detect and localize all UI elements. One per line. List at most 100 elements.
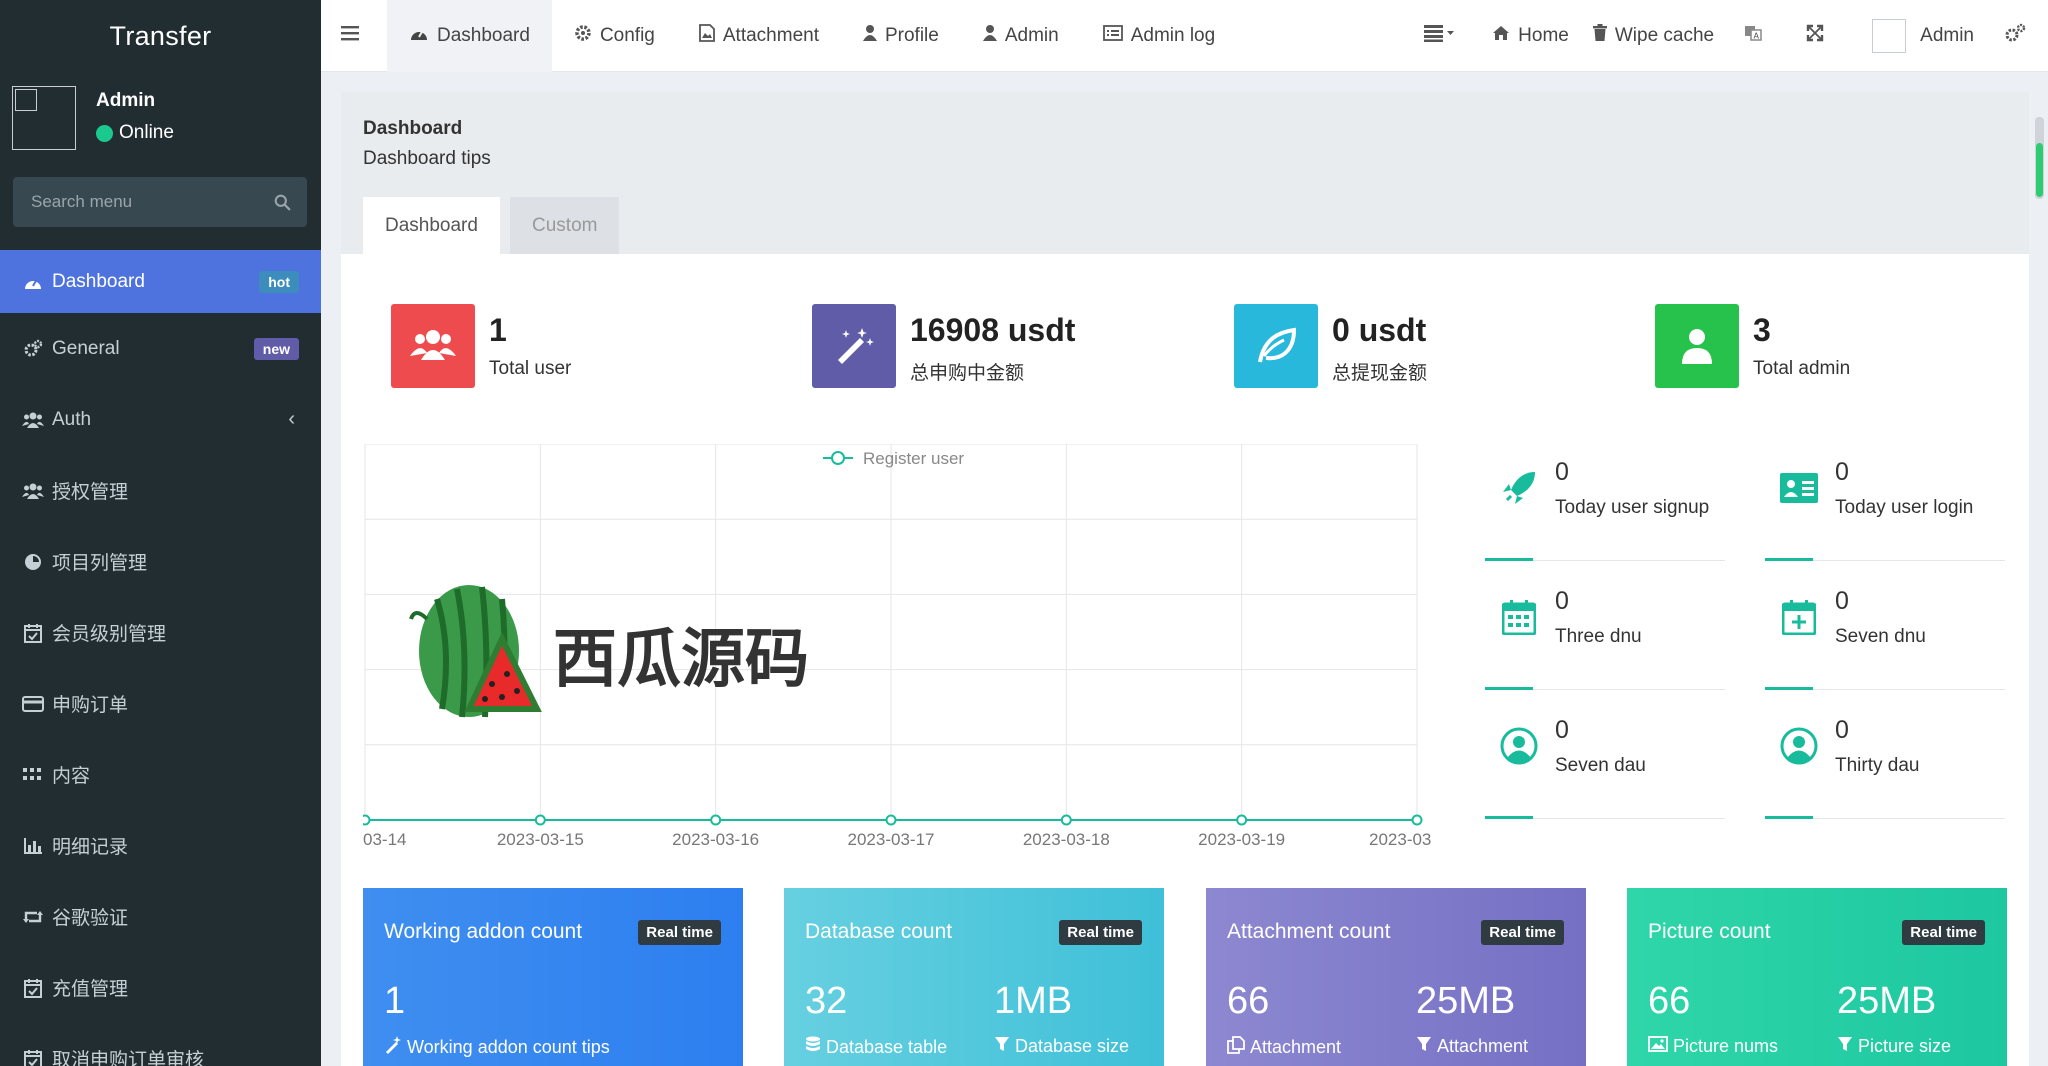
control-sidebar-button[interactable] xyxy=(1988,0,2048,72)
card-picture: Picture count Real time 66 25MB Picture … xyxy=(1627,888,2007,1066)
scrollbar-thumb[interactable] xyxy=(2036,143,2043,197)
vcard-icon xyxy=(1779,468,1819,508)
x-tick-label: 2023-03-18 xyxy=(1023,830,1110,849)
users-icon xyxy=(391,304,475,388)
tab-config[interactable]: Config xyxy=(552,0,677,72)
x-tick-label: 2023-03-15 xyxy=(497,830,584,849)
sidebar-menu: Dashboard hot General new Auth ‹ 授权管理 项目… xyxy=(0,250,321,1066)
leaf-icon xyxy=(1234,304,1318,388)
calendar-icon xyxy=(1499,597,1539,637)
sidebar-toggle-button[interactable] xyxy=(321,0,387,72)
credit-card-icon xyxy=(22,693,44,715)
tab-custom[interactable]: Custom xyxy=(510,197,620,254)
magic-wand-icon xyxy=(384,1036,407,1059)
tab-dashboard[interactable]: Dashboard xyxy=(387,0,552,72)
page-title: Dashboard xyxy=(363,118,463,139)
calendar-check-icon xyxy=(22,622,44,644)
x-tick-label: 2023-03-16 xyxy=(672,830,759,849)
cogs-icon xyxy=(2004,23,2034,49)
home-icon xyxy=(1492,25,1518,47)
sidebar-item-member-levels[interactable]: 会员级别管理 xyxy=(0,597,321,668)
data-point xyxy=(1411,814,1423,826)
mini-stat-today-signup: 0 Today user signup xyxy=(1485,444,1725,564)
search-icon[interactable] xyxy=(257,194,307,211)
new-badge: new xyxy=(253,337,299,360)
mini-stat-thirty-dau: 0 Thirty dau xyxy=(1765,702,2005,822)
realtime-badge: Real time xyxy=(1059,920,1142,945)
x-tick-label: 03-14 xyxy=(363,830,406,849)
tab-profile[interactable]: Profile xyxy=(841,0,961,72)
sidebar-item-google-auth[interactable]: 谷歌验证 xyxy=(0,881,321,952)
x-tick-label: 2023-03-19 xyxy=(1198,830,1285,849)
sidebar-item-content[interactable]: 内容 xyxy=(0,739,321,810)
search-input[interactable]: Search menu xyxy=(13,192,257,212)
wipe-cache-button[interactable]: Wipe cache xyxy=(1581,0,1726,72)
trash-icon xyxy=(1592,24,1615,48)
group-icon xyxy=(22,409,44,431)
group-icon xyxy=(22,480,44,502)
watermark: 西瓜源码 xyxy=(407,579,809,729)
magic-wand-icon xyxy=(812,304,896,388)
legend-marker xyxy=(831,451,845,465)
calendar-plus-icon xyxy=(1779,597,1819,637)
sidebar-item-projects[interactable]: 项目列管理 xyxy=(0,526,321,597)
language-button[interactable]: A xyxy=(1726,0,1788,72)
dashboard-icon xyxy=(409,25,437,47)
sidebar-item-cancel-review[interactable]: 取消申购订单审核 xyxy=(0,1023,321,1066)
x-tick-label: 2023-03-17 xyxy=(848,830,935,849)
card-database: Database count Real time 32 1MB Database… xyxy=(784,888,1164,1066)
data-point xyxy=(710,814,722,826)
page-scrollbar[interactable] xyxy=(2035,117,2044,199)
sidebar-item-recharge[interactable]: 充值管理 xyxy=(0,952,321,1023)
chevron-left-icon: ‹ xyxy=(288,408,295,430)
sidebar-item-subscriptions[interactable]: 申购订单 xyxy=(0,668,321,739)
fullscreen-button[interactable] xyxy=(1788,0,1850,72)
filter-icon xyxy=(1416,1036,1437,1057)
user-icon xyxy=(982,24,1005,48)
filter-icon xyxy=(994,1036,1015,1057)
image-icon xyxy=(698,23,723,48)
image-icon xyxy=(1648,1036,1673,1057)
page-header: Dashboard Dashboard tips Dashboard Custo… xyxy=(341,92,2029,254)
calendar-check-icon xyxy=(22,977,44,999)
tab-attachment[interactable]: Attachment xyxy=(677,0,841,72)
filter-icon xyxy=(1837,1036,1858,1057)
sidebar: Transfer Admin Online Search menu Dashbo… xyxy=(0,0,321,1066)
sidebar-item-records[interactable]: 明细记录 xyxy=(0,810,321,881)
mini-stat-today-login: 0 Today user login xyxy=(1765,444,2005,564)
search-menu[interactable]: Search menu xyxy=(13,177,307,227)
watermark-text: 西瓜源码 xyxy=(553,623,809,697)
card-working-addon: Working addon count Real time 1 Working … xyxy=(363,888,743,1066)
tab-admin[interactable]: Admin xyxy=(961,0,1081,72)
dashboard-panel: 1 Total user 16908 usdt 总申购中金额 0 usdt 总提… xyxy=(341,254,2029,1066)
admin-user-menu[interactable]: Admin xyxy=(1850,0,1988,72)
fullscreen-icon xyxy=(1806,24,1832,48)
data-point xyxy=(359,814,371,826)
top-navbar: Dashboard Config Attachment Profile Admi… xyxy=(321,0,2048,72)
avatar xyxy=(1872,19,1907,53)
hamburger-icon xyxy=(341,25,367,47)
tab-dashboard-content[interactable]: Dashboard xyxy=(363,197,500,254)
retweet-icon xyxy=(22,906,44,928)
calendar-check-icon xyxy=(22,1048,44,1066)
bar-chart-icon xyxy=(22,835,44,857)
rocket-icon xyxy=(1499,468,1539,508)
multi-tab-dropdown-button[interactable] xyxy=(1406,0,1480,72)
pie-icon xyxy=(22,551,44,573)
sidebar-item-auth[interactable]: Auth ‹ xyxy=(0,384,321,455)
card-attachment: Attachment count Real time 66 25MB Attac… xyxy=(1206,888,1586,1066)
page-subtitle: Dashboard tips xyxy=(363,148,491,169)
online-dot-icon xyxy=(96,124,113,142)
sidebar-item-general[interactable]: General new xyxy=(0,313,321,384)
realtime-badge: Real time xyxy=(638,920,721,945)
data-point xyxy=(1236,814,1248,826)
sidebar-item-dashboard[interactable]: Dashboard hot xyxy=(0,250,321,313)
home-link[interactable]: Home xyxy=(1480,0,1581,72)
user-circle-icon xyxy=(1499,726,1539,766)
hot-badge: hot xyxy=(259,270,299,293)
user-icon xyxy=(862,24,885,48)
tab-admin-log[interactable]: Admin log xyxy=(1081,0,1238,72)
list-alt-icon xyxy=(1102,24,1131,47)
sidebar-item-auth-manage[interactable]: 授权管理 xyxy=(0,455,321,526)
app-logo[interactable]: Transfer xyxy=(0,0,321,72)
